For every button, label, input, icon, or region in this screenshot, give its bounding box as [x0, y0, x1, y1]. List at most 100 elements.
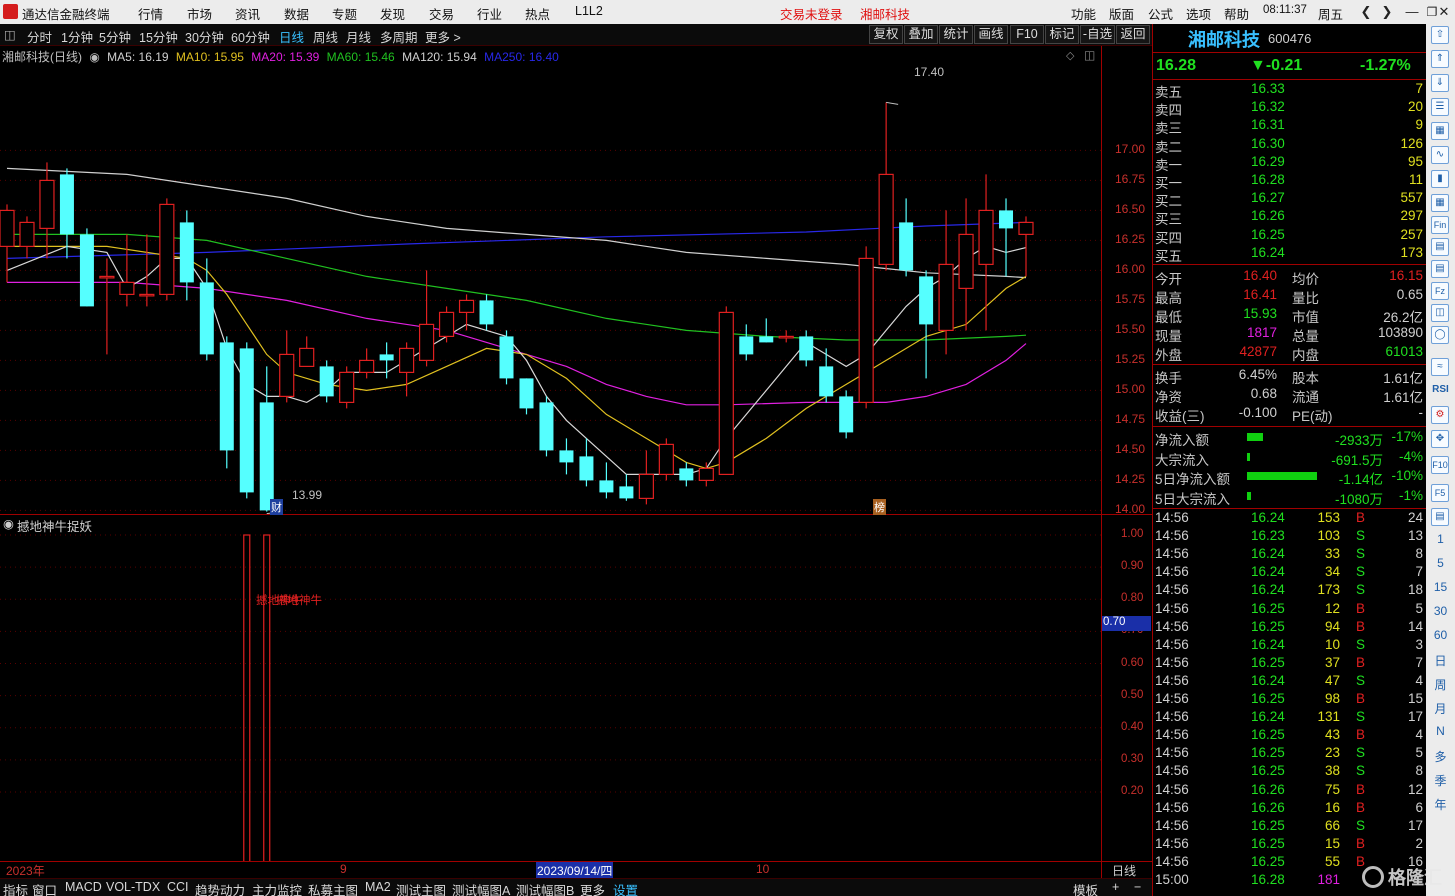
- orderbook-row[interactable]: 卖四 16.32 20: [1153, 99, 1425, 118]
- up-arrow-icon[interactable]: ⇧: [1431, 26, 1449, 44]
- diejia-button[interactable]: 叠加: [904, 25, 938, 44]
- orderbook-row[interactable]: 卖二 16.30 126: [1153, 136, 1425, 155]
- period-quarter-button[interactable]: 季: [1426, 772, 1455, 789]
- tab-ma2[interactable]: MA2: [365, 880, 391, 894]
- huaxian-button[interactable]: 画线: [974, 25, 1008, 44]
- tongji-button[interactable]: 统计: [939, 25, 973, 44]
- fin-icon[interactable]: Fin: [1431, 216, 1449, 234]
- grid-icon[interactable]: ▦: [1431, 122, 1449, 140]
- menu-bangzhu[interactable]: 帮助: [1224, 4, 1249, 23]
- period-monthly[interactable]: 月线: [346, 27, 371, 46]
- f10-sidebar-button[interactable]: F10: [1431, 456, 1449, 474]
- menu-gongneng[interactable]: 功能: [1071, 4, 1096, 23]
- period-15-button[interactable]: 15: [1426, 580, 1455, 594]
- tab-ceshi-zhutu[interactable]: 测试主图: [396, 880, 446, 896]
- period-5-button[interactable]: 5: [1426, 556, 1455, 570]
- wave-icon[interactable]: ≈: [1431, 358, 1449, 376]
- period-weekly[interactable]: 周线: [313, 27, 338, 46]
- menu-xuanxiang[interactable]: 选项: [1186, 4, 1211, 23]
- period-multi[interactable]: 多周期: [380, 27, 418, 46]
- orderbook-row[interactable]: 卖三 16.31 9: [1153, 117, 1425, 136]
- candlestick-chart[interactable]: [0, 46, 1152, 516]
- tab-chuangkou[interactable]: 窗口: [32, 880, 57, 896]
- tab-vol-tdx[interactable]: VOL-TDX: [106, 880, 160, 894]
- back-button[interactable]: 返回: [1116, 25, 1150, 44]
- indicator-chart[interactable]: [0, 516, 1102, 862]
- period-daily[interactable]: 日线: [279, 27, 304, 46]
- remove-watchlist-button[interactable]: -自选: [1080, 25, 1115, 44]
- f5-button[interactable]: F5: [1431, 484, 1449, 502]
- back-arrow-icon[interactable]: ❮: [1355, 2, 1377, 22]
- list-icon[interactable]: ☰: [1431, 98, 1449, 116]
- period-30-button[interactable]: 30: [1426, 604, 1455, 618]
- orderbook-row[interactable]: 卖一 16.29 95: [1153, 154, 1425, 173]
- gear-icon[interactable]: ⚙: [1431, 406, 1449, 424]
- ring-icon[interactable]: ◯: [1431, 326, 1449, 344]
- tab-simu[interactable]: 私募主图: [308, 880, 358, 896]
- period-fenshi[interactable]: 分时: [27, 27, 52, 46]
- zoom-out-button[interactable]: −: [1134, 880, 1141, 894]
- period-week-button[interactable]: 周: [1426, 676, 1455, 693]
- orderbook-row[interactable]: 买四 16.25 257: [1153, 227, 1425, 246]
- menu-faxian[interactable]: 发现: [380, 4, 405, 23]
- period-15min[interactable]: 15分钟: [139, 27, 178, 46]
- login-status[interactable]: 交易未登录: [780, 4, 843, 23]
- orderbook-row[interactable]: 买五 16.24 173: [1153, 245, 1425, 264]
- menu-shichang[interactable]: 市场: [187, 4, 212, 23]
- period-n-button[interactable]: N: [1426, 724, 1455, 738]
- rsi-button[interactable]: RSI: [1426, 384, 1455, 395]
- chart2-icon[interactable]: ◫: [1431, 304, 1449, 322]
- period-1-button[interactable]: 1: [1426, 532, 1455, 546]
- table-icon[interactable]: ▦: [1431, 194, 1449, 212]
- layout-icon[interactable]: ▤: [1431, 508, 1449, 526]
- tab-ceshi-futu-a[interactable]: 测试幅图A: [452, 880, 510, 896]
- period-5min[interactable]: 5分钟: [99, 27, 131, 46]
- close-icon[interactable]: ✕: [1433, 2, 1455, 22]
- period-day-button[interactable]: 日: [1426, 652, 1455, 669]
- biaoji-button[interactable]: 标记: [1045, 25, 1079, 44]
- down-outline-icon[interactable]: ⇓: [1431, 74, 1449, 92]
- minimize-icon[interactable]: —: [1401, 2, 1423, 22]
- zoom-in-button[interactable]: +: [1112, 880, 1119, 894]
- report-icon[interactable]: ▤: [1431, 260, 1449, 278]
- tab-zhibiao[interactable]: 指标: [3, 880, 28, 896]
- tab-macd[interactable]: MACD: [65, 880, 102, 894]
- panel-toggle-icon[interactable]: ◫: [4, 27, 16, 42]
- tab-qushi[interactable]: 趋势动力: [195, 880, 245, 896]
- menu-banmian[interactable]: 版面: [1109, 4, 1134, 23]
- menu-zixun[interactable]: 资讯: [235, 4, 260, 23]
- period-more[interactable]: 更多 >: [425, 27, 461, 46]
- tab-shezhi[interactable]: 设置: [613, 880, 638, 896]
- menu-jiaoyi[interactable]: 交易: [429, 4, 454, 23]
- menu-redian[interactable]: 热点: [525, 4, 550, 23]
- fuquan-button[interactable]: 复权: [869, 25, 903, 44]
- period-1min[interactable]: 1分钟: [61, 27, 93, 46]
- tab-ceshi-futu-b[interactable]: 测试幅图B: [516, 880, 574, 896]
- period-year-button[interactable]: 年: [1426, 796, 1455, 813]
- crosshair-icon[interactable]: ✥: [1431, 430, 1449, 448]
- f10-button[interactable]: F10: [1010, 25, 1044, 44]
- template-button[interactable]: 模板: [1073, 880, 1098, 896]
- period-30min[interactable]: 30分钟: [185, 27, 224, 46]
- up-outline-icon[interactable]: ⇑: [1431, 50, 1449, 68]
- menu-gongshi[interactable]: 公式: [1148, 4, 1173, 23]
- tab-gengduo[interactable]: 更多: [580, 880, 605, 896]
- fin2-icon[interactable]: Fz: [1431, 282, 1449, 300]
- period-60min[interactable]: 60分钟: [231, 27, 270, 46]
- period-60-button[interactable]: 60: [1426, 628, 1455, 642]
- candle-icon[interactable]: ▮: [1431, 170, 1449, 188]
- period-month-button[interactable]: 月: [1426, 700, 1455, 717]
- cai-marker[interactable]: 财: [270, 499, 283, 515]
- menu-shuju[interactable]: 数据: [284, 4, 309, 23]
- menu-l1l2[interactable]: L1L2: [575, 4, 603, 18]
- period-multi-button[interactable]: 多: [1426, 748, 1455, 765]
- tab-cci[interactable]: CCI: [167, 880, 189, 894]
- stats-icon[interactable]: ▤: [1431, 238, 1449, 256]
- orderbook-row[interactable]: 买三 16.26 297: [1153, 208, 1425, 227]
- orderbook-row[interactable]: 买二 16.27 557: [1153, 190, 1425, 209]
- menu-hangye[interactable]: 行业: [477, 4, 502, 23]
- forward-arrow-icon[interactable]: ❯: [1376, 2, 1398, 22]
- bang-marker[interactable]: 榜: [873, 499, 886, 515]
- line-chart-icon[interactable]: ∿: [1431, 146, 1449, 164]
- orderbook-row[interactable]: 卖五 16.33 7: [1153, 81, 1425, 100]
